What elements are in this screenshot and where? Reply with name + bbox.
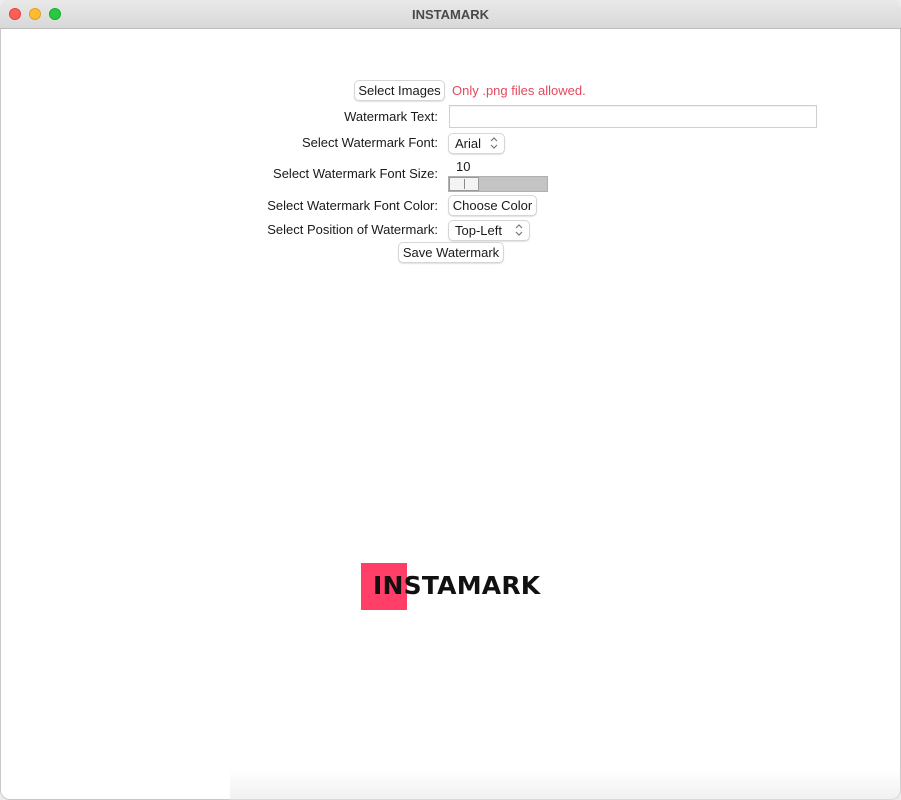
window-title: INSTAMARK xyxy=(411,7,490,22)
file-type-hint: Only .png files allowed. xyxy=(452,83,586,98)
logo-wordmark: INSTAMARK xyxy=(373,571,541,600)
watermark-text-label: Watermark Text: xyxy=(344,109,438,124)
font-size-label: Select Watermark Font Size: xyxy=(273,166,438,181)
slider-grip-icon xyxy=(464,179,465,189)
font-color-label: Select Watermark Font Color: xyxy=(267,198,438,213)
bottom-edge-shadow xyxy=(230,770,901,800)
position-label: Select Position of Watermark: xyxy=(267,222,438,237)
font-size-slider-handle[interactable] xyxy=(449,177,479,191)
watermark-text-input[interactable] xyxy=(449,105,817,128)
choose-color-button[interactable]: Choose Color xyxy=(448,195,537,216)
font-select-value: Arial xyxy=(455,136,482,151)
instamark-logo: INSTAMARK xyxy=(361,563,551,611)
save-watermark-button[interactable]: Save Watermark xyxy=(398,242,504,263)
title-bar: INSTAMARK xyxy=(0,0,901,29)
watermark-font-label: Select Watermark Font: xyxy=(301,135,438,150)
chevron-updown-icon xyxy=(490,137,498,149)
position-select[interactable]: Top-Left xyxy=(448,220,530,241)
chevron-updown-icon xyxy=(515,224,523,236)
app-window: INSTAMARK Select Images Only .png files … xyxy=(0,0,901,800)
select-images-button[interactable]: Select Images xyxy=(354,80,445,101)
font-select[interactable]: Arial xyxy=(448,133,505,154)
position-select-value: Top-Left xyxy=(455,223,502,238)
font-size-value: 10 xyxy=(456,159,471,174)
